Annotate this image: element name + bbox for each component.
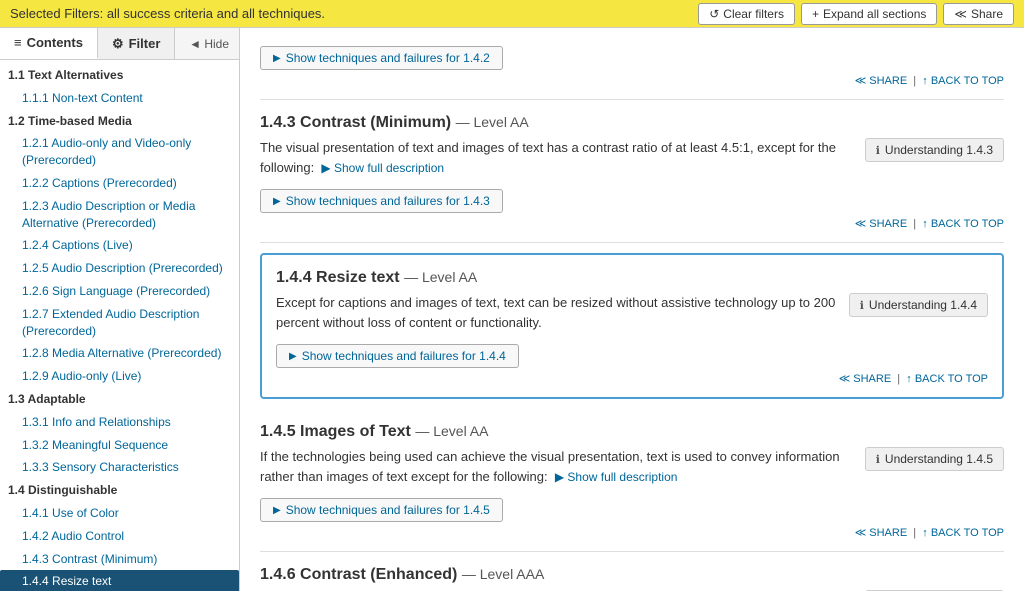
info-icon: ℹ: [860, 299, 864, 312]
level-badge-1-4-4: — Level AA: [404, 269, 477, 285]
sidebar-item-1-3-2[interactable]: 1.3.2 Meaningful Sequence: [0, 434, 239, 457]
understanding-btn-1-4-5[interactable]: ℹ Understanding 1.4.5: [865, 447, 1004, 471]
criterion-1-4-5: 1.4.5 Images of Text — Level AA If the t…: [260, 409, 1004, 552]
share-backtop-1-4-2: ≪ SHARE | ↑ BACK TO TOP: [260, 70, 1004, 89]
show-desc-link-1-4-5[interactable]: ▶ Show full description: [555, 470, 678, 484]
triangle-icon: ▶: [273, 53, 281, 64]
content-area: ▶ Show techniques and failures for 1.4.2…: [240, 28, 1024, 591]
expand-all-button[interactable]: + Expand all sections: [801, 3, 937, 25]
sidebar-item-1-2-5[interactable]: 1.2.5 Audio Description (Prerecorded): [0, 257, 239, 280]
sidebar-item-1-2-2[interactable]: 1.2.2 Captions (Prerecorded): [0, 172, 239, 195]
show-techniques-1-4-4[interactable]: ▶ Show techniques and failures for 1.4.4: [276, 344, 519, 368]
share-link-1-4-2[interactable]: ≪ SHARE: [855, 75, 907, 87]
sidebar-item-1-2-6[interactable]: 1.2.6 Sign Language (Prerecorded): [0, 280, 239, 303]
triangle-icon: ▶: [273, 505, 281, 516]
backtop-link-1-4-4[interactable]: ↑ BACK TO TOP: [906, 373, 988, 385]
tab-filter[interactable]: ⚙ Filter: [98, 28, 175, 59]
share-backtop-1-4-5: ≪ SHARE | ↑ BACK TO TOP: [260, 522, 1004, 541]
show-techniques-1-4-3[interactable]: ▶ Show techniques and failures for 1.4.3: [260, 189, 503, 213]
info-icon: ℹ: [876, 144, 880, 157]
share-backtop-1-4-4: ≪ SHARE | ↑ BACK TO TOP: [276, 368, 988, 387]
sidebar-item-1-2-9[interactable]: 1.2.9 Audio-only (Live): [0, 365, 239, 388]
share-link-1-4-3[interactable]: ≪ SHARE: [855, 218, 907, 230]
triangle-icon: ▶: [289, 351, 297, 362]
criterion-desc-1-4-3: The visual presentation of text and imag…: [260, 138, 855, 177]
sidebar-item-1-4-3[interactable]: 1.4.3 Contrast (Minimum): [0, 548, 239, 571]
sidebar-item-1-1-1[interactable]: 1.1.1 Non-text Content: [0, 87, 239, 110]
criterion-title-1-4-3: 1.4.3 Contrast (Minimum) — Level AA: [260, 114, 1004, 132]
share-icon: ≪: [954, 7, 967, 21]
hide-button[interactable]: ◄ Hide: [179, 28, 239, 59]
sidebar-item-1-2-4[interactable]: 1.2.4 Captions (Live): [0, 234, 239, 257]
backtop-link-1-4-3[interactable]: ↑ BACK TO TOP: [922, 218, 1004, 230]
sidebar-item-1-4-1[interactable]: 1.4.1 Use of Color: [0, 502, 239, 525]
sidebar-item-1-2-1[interactable]: 1.2.1 Audio-only and Video-only (Prereco…: [0, 132, 239, 172]
sidebar-item-1-2-8[interactable]: 1.2.8 Media Alternative (Prerecorded): [0, 342, 239, 365]
show-techniques-1-4-2[interactable]: ▶ Show techniques and failures for 1.4.2: [260, 46, 503, 70]
expand-icon: +: [812, 7, 819, 21]
sidebar-item-1-2-media[interactable]: 1.2 Time-based Media: [0, 110, 239, 133]
criterion-desc-1-4-4: Except for captions and images of text, …: [276, 293, 839, 332]
criterion-1-4-6: 1.4.6 Contrast (Enhanced) — Level AAA Th…: [260, 552, 1004, 591]
backtop-link-1-4-2[interactable]: ↑ BACK TO TOP: [922, 75, 1004, 87]
share-link-1-4-4[interactable]: ≪ SHARE: [839, 373, 891, 385]
criterion-1-4-4: 1.4.4 Resize text — Level AA Except for …: [260, 253, 1004, 399]
sidebar-item-1-4-distinguishable[interactable]: 1.4 Distinguishable: [0, 479, 239, 502]
criterion-title-1-4-6: 1.4.6 Contrast (Enhanced) — Level AAA: [260, 566, 1004, 584]
sidebar-item-1-3-3[interactable]: 1.3.3 Sensory Characteristics: [0, 456, 239, 479]
sidebar-item-1-2-3[interactable]: 1.2.3 Audio Description or Media Alterna…: [0, 195, 239, 235]
show-desc-link-1-4-3[interactable]: ▶ Show full description: [321, 161, 444, 175]
criterion-1-4-2: ▶ Show techniques and failures for 1.4.2…: [260, 28, 1004, 100]
filter-bar: Selected Filters: all success criteria a…: [0, 0, 1024, 28]
level-badge-1-4-6: — Level AAA: [462, 566, 545, 582]
backtop-link-1-4-5[interactable]: ↑ BACK TO TOP: [922, 527, 1004, 539]
share-button[interactable]: ≪ Share: [943, 3, 1014, 25]
share-link-1-4-5[interactable]: ≪ SHARE: [855, 527, 907, 539]
criterion-body-1-4-3: The visual presentation of text and imag…: [260, 138, 1004, 177]
criterion-body-1-4-5: If the technologies being used can achie…: [260, 447, 1004, 486]
main-layout: ≡ Contents ⚙ Filter ◄ Hide 1.1 Text Alte…: [0, 28, 1024, 591]
criterion-title-1-4-5: 1.4.5 Images of Text — Level AA: [260, 423, 1004, 441]
clear-filters-button[interactable]: ↺ Clear filters: [698, 3, 795, 25]
level-badge-1-4-5: — Level AA: [415, 423, 488, 439]
sidebar-item-1-4-2[interactable]: 1.4.2 Audio Control: [0, 525, 239, 548]
filter-text: Selected Filters: all success criteria a…: [10, 6, 692, 21]
criterion-desc-1-4-5: If the technologies being used can achie…: [260, 447, 855, 486]
info-icon: ℹ: [876, 453, 880, 466]
criterion-body-1-4-4: Except for captions and images of text, …: [276, 293, 988, 332]
sidebar-header: ≡ Contents ⚙ Filter ◄ Hide: [0, 28, 239, 60]
sidebar-nav: 1.1 Text Alternatives1.1.1 Non-text Cont…: [0, 60, 239, 591]
filter-icon: ⚙: [112, 36, 124, 52]
share-backtop-1-4-3: ≪ SHARE | ↑ BACK TO TOP: [260, 213, 1004, 232]
triangle-icon: ▶: [273, 196, 281, 207]
level-badge-1-4-3: — Level AA: [456, 114, 529, 130]
tab-contents[interactable]: ≡ Contents: [0, 28, 98, 59]
sidebar-item-1-3-adaptable[interactable]: 1.3 Adaptable: [0, 388, 239, 411]
sidebar-item-1-1-text-alt[interactable]: 1.1 Text Alternatives: [0, 64, 239, 87]
sidebar: ≡ Contents ⚙ Filter ◄ Hide 1.1 Text Alte…: [0, 28, 240, 591]
contents-icon: ≡: [14, 35, 22, 50]
understanding-btn-1-4-4[interactable]: ℹ Understanding 1.4.4: [849, 293, 988, 317]
criterion-title-1-4-4: 1.4.4 Resize text — Level AA: [276, 269, 988, 287]
sidebar-item-1-3-1[interactable]: 1.3.1 Info and Relationships: [0, 411, 239, 434]
sidebar-item-1-4-4[interactable]: 1.4.4 Resize text: [0, 570, 239, 591]
sidebar-item-1-2-7[interactable]: 1.2.7 Extended Audio Description (Prerec…: [0, 303, 239, 343]
refresh-icon: ↺: [709, 7, 719, 21]
criterion-1-4-3: 1.4.3 Contrast (Minimum) — Level AA The …: [260, 100, 1004, 243]
understanding-btn-1-4-3[interactable]: ℹ Understanding 1.4.3: [865, 138, 1004, 162]
show-techniques-1-4-5[interactable]: ▶ Show techniques and failures for 1.4.5: [260, 498, 503, 522]
